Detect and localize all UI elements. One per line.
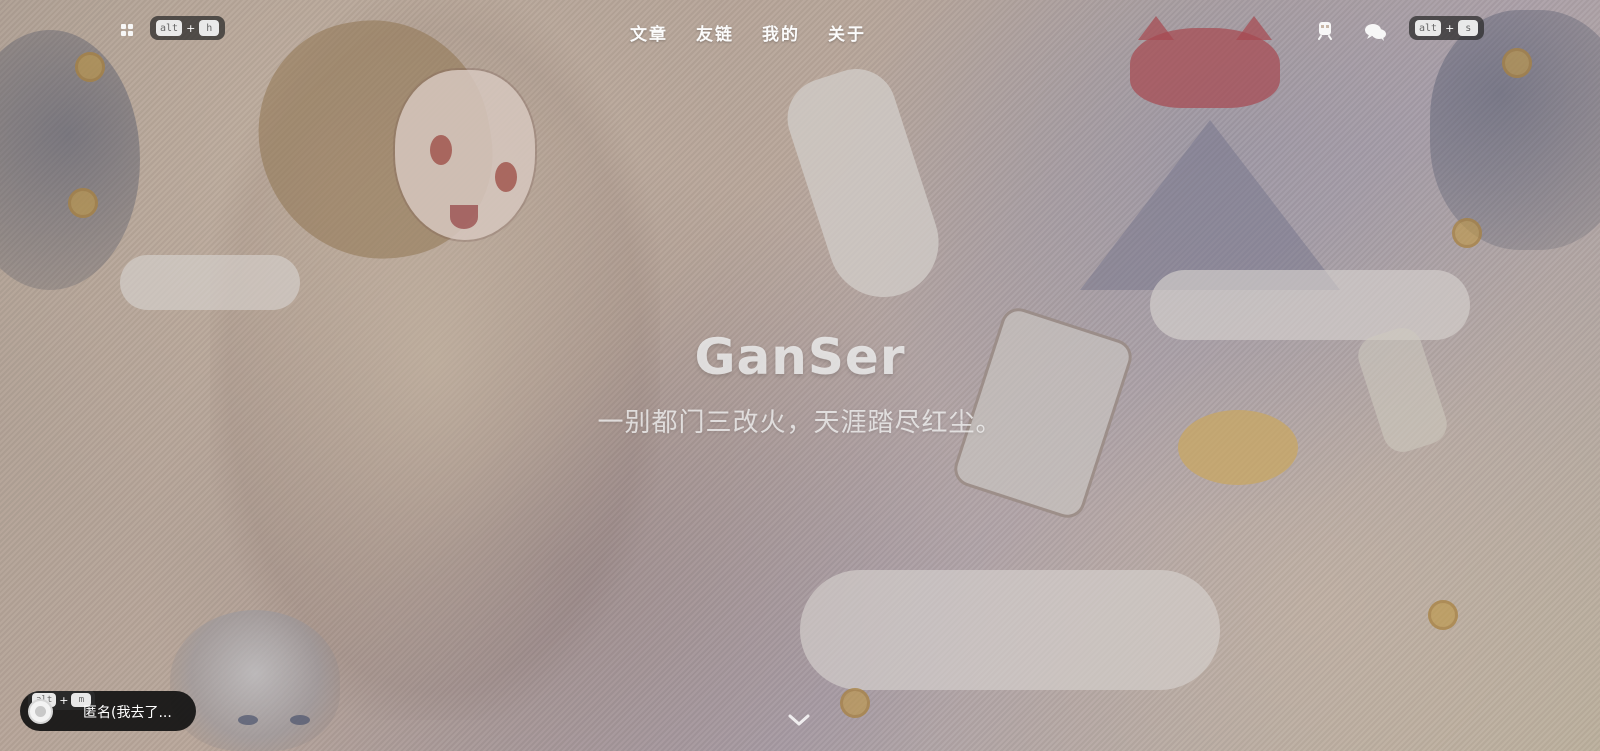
menu-icon[interactable] — [119, 20, 137, 44]
right-shortcut-hint: alt + s — [1409, 16, 1485, 40]
main-nav: 文章 友链 我的 关于 — [630, 20, 866, 45]
shortcut-plus: + — [186, 21, 196, 35]
nav-links[interactable]: 友链 — [696, 20, 734, 45]
top-navigation-bar: alt + h 文章 友链 我的 关于 alt + s — [0, 12, 1600, 54]
song-title: 匿名(我去了... — [83, 705, 172, 721]
nav-articles[interactable]: 文章 — [630, 20, 668, 45]
shortcut-alt-key: alt — [156, 20, 183, 36]
shortcut-plus: + — [59, 693, 69, 707]
shortcut-s-key: s — [1458, 20, 1479, 36]
shortcut-plus: + — [1445, 21, 1455, 35]
avatar-center — [35, 706, 46, 717]
page-background: alt + h 文章 友链 我的 关于 alt + s GanSer 一别都门三… — [0, 0, 1600, 751]
hero-title: GanSer — [694, 328, 906, 386]
music-player[interactable]: alt + m 匿名(我去了... — [20, 691, 196, 731]
train-icon[interactable] — [1313, 18, 1337, 42]
nav-mine[interactable]: 我的 — [762, 20, 800, 45]
shortcut-h-key: h — [199, 20, 220, 36]
chevron-down-icon[interactable] — [785, 709, 813, 731]
nav-about[interactable]: 关于 — [828, 20, 866, 45]
hero-subtitle: 一别都门三改火，天涯踏尽红尘。 — [597, 408, 1003, 438]
avatar-icon[interactable] — [28, 699, 53, 724]
shortcut-alt-key: alt — [1415, 20, 1442, 36]
chat-icon[interactable] — [1362, 20, 1390, 44]
left-shortcut-hint: alt + h — [150, 16, 226, 40]
